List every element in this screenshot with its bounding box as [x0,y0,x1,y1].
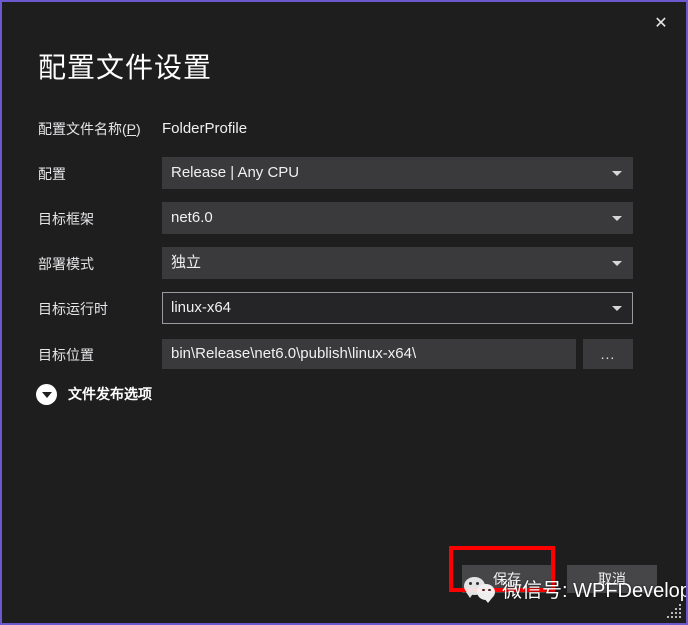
target-runtime-label: 目标运行时 [38,301,108,317]
target-location-row: 目标位置 bin\Release\net6.0\publish\linux-x6… [2,338,686,372]
dialog-title-bar: ✕ [2,2,686,38]
deployment-mode-value: 独立 [171,254,202,271]
configuration-row: 配置 Release | Any CPU [2,157,686,191]
resize-grip[interactable] [667,604,681,618]
target-location-input[interactable]: bin\Release\net6.0\publish\linux-x64\ [162,339,576,369]
file-publish-options-expander[interactable]: 文件发布选项 [36,382,152,406]
target-framework-dropdown[interactable]: net6.0 [162,202,633,234]
deployment-mode-label: 部署模式 [38,256,94,272]
deployment-mode-dropdown[interactable]: 独立 [162,247,633,279]
profile-settings-dialog: ✕ 配置文件设置 配置文件名称(P) FolderProfile 配置 Rele… [0,0,688,625]
target-framework-row: 目标框架 net6.0 [2,202,686,236]
target-framework-value: net6.0 [171,209,213,226]
target-runtime-row: 目标运行时 linux-x64 [2,292,686,326]
page-title: 配置文件设置 [38,52,213,83]
target-runtime-value: linux-x64 [171,299,232,316]
chevron-down-icon [612,216,622,221]
profile-name-row: 配置文件名称(P) FolderProfile [2,112,686,146]
target-framework-label: 目标框架 [38,211,94,227]
chevron-down-icon [612,171,622,176]
deployment-mode-row: 部署模式 独立 [2,247,686,281]
browse-button[interactable]: ... [583,339,633,369]
file-publish-options-label: 文件发布选项 [68,386,152,402]
configuration-label: 配置 [38,166,66,182]
profile-name-value: FolderProfile [162,120,248,137]
save-button[interactable]: 保存 [462,565,552,593]
profile-name-label-accel: P [126,121,137,137]
chevron-down-icon [612,261,622,266]
chevron-down-icon [612,306,622,311]
target-location-label: 目标位置 [38,347,94,363]
target-location-value: bin\Release\net6.0\publish\linux-x64\ [171,345,417,362]
configuration-dropdown[interactable]: Release | Any CPU [162,157,633,189]
target-runtime-dropdown[interactable]: linux-x64 [162,292,633,324]
configuration-value: Release | Any CPU [171,164,300,181]
profile-name-label-prefix: 配置文件名称( [38,121,127,137]
profile-name-label-suffix: ) [136,121,141,137]
close-icon[interactable]: ✕ [646,10,676,38]
chevron-down-icon [36,383,57,405]
profile-name-label: 配置文件名称(P) [38,112,141,146]
cancel-button[interactable]: 取消 [567,565,657,593]
